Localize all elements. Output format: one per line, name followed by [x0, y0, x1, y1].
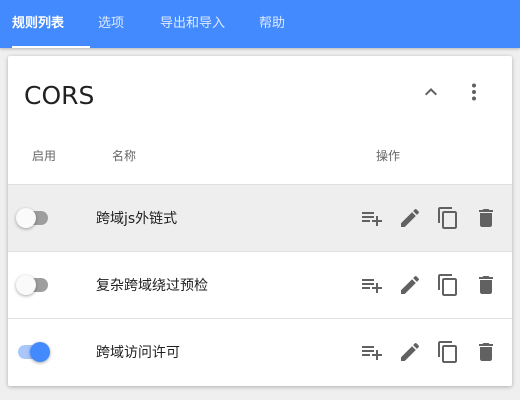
toggle-knob — [16, 275, 36, 295]
delete-button[interactable] — [474, 273, 498, 297]
add-to-list-button[interactable] — [360, 206, 384, 230]
copy-icon — [438, 274, 457, 296]
add-to-list-button[interactable] — [360, 340, 384, 364]
enable-toggle[interactable] — [16, 342, 52, 362]
add-to-list-button[interactable] — [360, 273, 384, 297]
tab-rule-list[interactable]: 规则列表 — [12, 0, 90, 48]
copy-button[interactable] — [436, 206, 460, 230]
tab-help[interactable]: 帮助 — [259, 0, 285, 48]
active-tab-indicator — [12, 46, 90, 48]
enable-toggle[interactable] — [16, 208, 52, 228]
table-row: 跨域访问许可 — [8, 318, 512, 385]
edit-pencil-icon — [401, 342, 420, 361]
edit-button[interactable] — [398, 273, 422, 297]
chevron-up-icon — [425, 88, 437, 96]
copy-button[interactable] — [436, 273, 460, 297]
tab-rule-list-label: 规则列表 — [12, 16, 65, 31]
delete-icon — [479, 276, 493, 294]
tab-export-import-label: 导出和导入 — [160, 16, 226, 31]
edit-button[interactable] — [398, 206, 422, 230]
playlist-add-icon — [362, 212, 382, 226]
toggle-knob — [30, 342, 50, 362]
top-tab-bar: 规则列表 选项 导出和导入 帮助 — [0, 0, 520, 48]
rule-group-card: CORS 启用 名称 操作 跨域js外链式 复杂跨域绕过预检 跨域访问许可 — [8, 56, 512, 386]
edit-pencil-icon — [401, 208, 420, 227]
column-header-actions: 操作 — [376, 149, 401, 163]
copy-icon — [438, 207, 457, 229]
delete-button[interactable] — [474, 206, 498, 230]
playlist-add-icon — [362, 346, 382, 360]
column-header-name: 名称 — [112, 149, 137, 163]
table-row: 复杂跨域绕过预检 — [8, 251, 512, 318]
tab-export-import[interactable]: 导出和导入 — [160, 0, 225, 48]
playlist-add-icon — [362, 279, 382, 293]
tab-help-label: 帮助 — [259, 16, 286, 31]
tab-options[interactable]: 选项 — [98, 0, 124, 48]
delete-button[interactable] — [474, 340, 498, 364]
delete-icon — [479, 343, 493, 361]
more-vert-icon — [472, 83, 476, 101]
edit-pencil-icon — [401, 275, 420, 294]
rule-name: 复杂跨域绕过预检 — [96, 278, 208, 294]
tab-options-label: 选项 — [98, 16, 125, 31]
delete-icon — [479, 209, 493, 227]
rule-name: 跨域js外链式 — [96, 211, 178, 227]
copy-icon — [438, 341, 457, 363]
enable-toggle[interactable] — [16, 275, 52, 295]
column-header-enable: 启用 — [32, 149, 57, 163]
edit-button[interactable] — [398, 340, 422, 364]
rule-name: 跨域访问许可 — [96, 345, 180, 361]
group-title: CORS — [24, 81, 95, 110]
more-options-button[interactable] — [458, 76, 490, 108]
table-row: 跨域js外链式 — [8, 184, 512, 251]
copy-button[interactable] — [436, 340, 460, 364]
toggle-knob — [16, 208, 36, 228]
collapse-button[interactable] — [415, 76, 447, 108]
